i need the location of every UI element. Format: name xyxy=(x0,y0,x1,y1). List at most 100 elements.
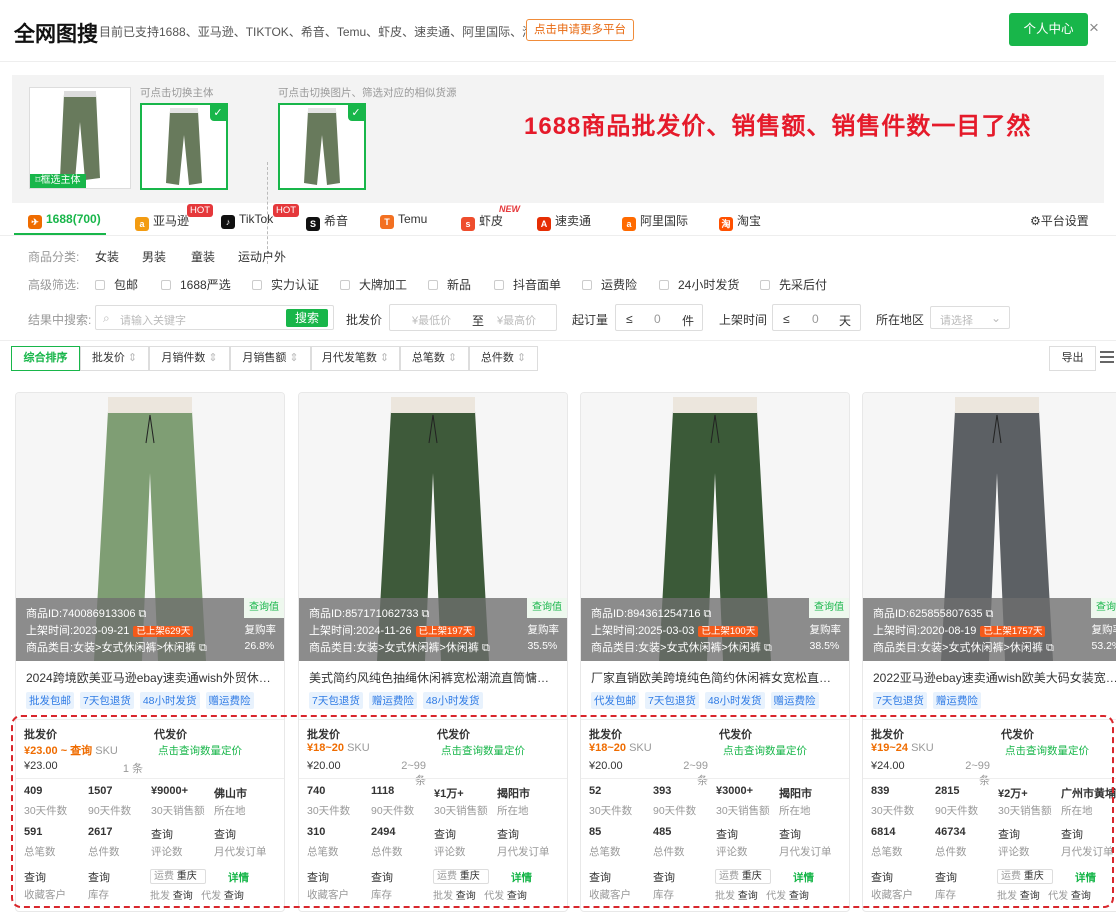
sort-default[interactable]: 综合排序 xyxy=(11,346,80,371)
query-badge[interactable]: 查询值 xyxy=(1091,598,1116,618)
filter-checkbox[interactable]: 抖音面单 xyxy=(494,276,561,293)
category-item[interactable]: 运动户外 xyxy=(238,248,286,265)
product-title[interactable]: 厂家直销欧美跨境纯色简约休闲裤女宽松直筒长裤 xyxy=(591,669,841,686)
product-title[interactable]: 美式简约风纯色抽绳休闲裤宽松潮流直筒慵懒风 xyxy=(309,669,559,686)
sort-total-orders[interactable]: 总笔数 ⇕ xyxy=(400,346,469,371)
search-button[interactable]: 搜索 xyxy=(286,309,328,327)
product-title[interactable]: 2022亚马逊ebay速卖通wish欧美大码女装宽松休闲裤 xyxy=(873,669,1116,686)
product-image[interactable]: 商品ID:894361254716 ⧉ 上架时间:2025-03-03 已上架10… xyxy=(581,393,849,661)
pants-image xyxy=(30,88,130,188)
filter-checkbox[interactable]: 24小时发货 xyxy=(659,276,739,293)
product-info-overlay: 商品ID:894361254716 ⧉ 上架时间:2025-03-03 已上架10… xyxy=(581,598,849,661)
list-view-icon[interactable] xyxy=(1100,351,1114,363)
price-range: ¥最低价 至 ¥最高价 xyxy=(389,304,557,331)
listing-date: 2020-08-19 xyxy=(920,625,977,637)
product-title[interactable]: 2024跨境欧美亚马逊ebay速卖通wish外贸休闲裤女裤 xyxy=(26,669,276,686)
tab-aliexpress[interactable]: A 速卖通 xyxy=(537,212,591,231)
tab-shein[interactable]: S 希音 xyxy=(306,212,348,231)
image-thumb[interactable]: ✓ xyxy=(278,103,366,190)
listing-date: 2024-11-26 xyxy=(356,625,412,637)
category-item[interactable]: 男装 xyxy=(142,248,166,265)
product-image[interactable]: 商品ID:857171062733 ⧉ 上架时间:2024-11-26 已上架19… xyxy=(299,393,567,661)
image-hint: 可点击切换图片、筛选对应的相似货源 xyxy=(278,87,457,99)
category-item[interactable]: 女装 xyxy=(95,248,119,265)
repurchase-rate: 38.5% xyxy=(809,640,840,652)
sort-monthly-sales[interactable]: 月销售额 ⇕ xyxy=(230,346,311,371)
service-tag: 7天包退货 xyxy=(80,692,134,709)
copy-icon[interactable]: ⧉ xyxy=(422,608,430,620)
sort-icon: ⇕ xyxy=(124,352,138,364)
product-id: 857171062733 xyxy=(345,608,419,620)
region-select[interactable]: 请选择 ⌄ xyxy=(930,306,1010,329)
tab-taobao[interactable]: 淘淘宝 xyxy=(719,212,761,231)
tab-alibaba[interactable]: a 阿里国际 xyxy=(622,212,688,231)
filter-checkbox[interactable]: 运费险 xyxy=(582,276,637,293)
search-input[interactable]: 请输入关键字 xyxy=(120,312,186,328)
filter-checkbox[interactable]: 新品 xyxy=(428,276,471,293)
export-button[interactable]: 导出 xyxy=(1049,346,1096,371)
shein-icon: S xyxy=(306,217,320,231)
copy-icon[interactable]: ⧉ xyxy=(1046,642,1054,654)
copy-icon[interactable]: ⧉ xyxy=(764,642,772,654)
search-icon: ⌕ xyxy=(103,311,110,325)
sort-dropship-orders[interactable]: 月代发笔数 ⇕ xyxy=(311,346,400,371)
select-subject-label[interactable]: ⌑框选主体 xyxy=(30,174,86,188)
product-id: 894361254716 xyxy=(627,608,701,620)
moq-label: 起订量 xyxy=(572,313,609,327)
listing-date: 2023-09-21 xyxy=(73,625,130,637)
product-category: 女装>女式休闲裤>休闲裤 xyxy=(638,642,761,654)
query-badge[interactable]: 查询值 xyxy=(809,598,849,618)
listing-time-field[interactable]: ≤ 0 天 xyxy=(772,304,861,331)
price-max-input[interactable]: ¥最高价 xyxy=(497,312,536,328)
checkbox-icon xyxy=(95,280,105,290)
checkbox-icon xyxy=(428,280,438,290)
tiktok-icon: ♪ xyxy=(221,215,235,229)
hot-badge: HOT xyxy=(187,204,214,217)
tab-temu[interactable]: T Temu xyxy=(380,212,427,229)
tab-shopee[interactable]: s 虾皮 NEW xyxy=(461,204,520,231)
copy-icon[interactable]: ⧉ xyxy=(139,608,147,620)
subject-hint: 可点击切换主体 xyxy=(140,87,214,99)
sort-wholesale-price[interactable]: 批发价 ⇕ xyxy=(80,346,149,371)
filter-checkbox[interactable]: 先采后付 xyxy=(760,276,827,293)
repurchase-rate: 53.2% xyxy=(1091,640,1116,652)
service-tags: 代发包邮 7天包退货 48小时发货 赠运费险 xyxy=(591,692,825,709)
category-item[interactable]: 童装 xyxy=(191,248,215,265)
copy-icon[interactable]: ⧉ xyxy=(986,608,994,620)
sort-icon: ⇕ xyxy=(376,352,390,364)
sort-monthly-qty[interactable]: 月销件数 ⇕ xyxy=(149,346,230,371)
product-image[interactable]: 商品ID:740086913306 ⧉ 上架时间:2023-09-21 已上架62… xyxy=(16,393,284,661)
copy-icon[interactable]: ⧉ xyxy=(199,642,207,654)
tab-1688[interactable]: ✈ 1688(700) xyxy=(28,212,101,229)
service-tag: 赠运费险 xyxy=(368,692,417,709)
active-tab-indicator xyxy=(14,233,106,235)
user-center-button[interactable]: 个人中心 xyxy=(1009,13,1088,46)
query-badge[interactable]: 查询值 xyxy=(527,598,567,618)
sort-icon: ⇕ xyxy=(513,352,527,364)
product-info-overlay: 商品ID:625855807635 ⧉ 上架时间:2020-08-19 已上架17… xyxy=(863,598,1116,661)
promo-text: 1688商品批发价、销售额、销售件数一目了然 xyxy=(524,113,1032,140)
platform-settings-button[interactable]: ⚙平台设置 xyxy=(1030,212,1089,229)
filter-checkbox[interactable]: 1688严选 xyxy=(161,276,231,293)
listing-time-label: 上架时间 xyxy=(719,313,768,327)
copy-icon[interactable]: ⧉ xyxy=(704,608,712,620)
sort-icon: ⇕ xyxy=(444,352,458,364)
tab-amazon[interactable]: a 亚马逊 HOT xyxy=(135,204,214,231)
service-tag: 赠运费险 xyxy=(205,692,254,709)
product-image[interactable]: 商品ID:625855807635 ⧉ 上架时间:2020-08-19 已上架17… xyxy=(863,393,1116,661)
sort-total-qty[interactable]: 总件数 ⇕ xyxy=(469,346,538,371)
subject-thumb[interactable]: ✓ xyxy=(140,103,228,190)
price-min-input[interactable]: ¥最低价 xyxy=(412,312,451,328)
copy-icon[interactable]: ⧉ xyxy=(482,642,490,654)
moq-field[interactable]: ≤ 0 件 xyxy=(615,304,703,331)
tab-tiktok[interactable]: ♪ TikTok HOT xyxy=(221,204,300,229)
original-image[interactable]: ⌑框选主体 xyxy=(29,87,131,189)
product-id: 740086913306 xyxy=(62,608,136,620)
apply-platform-button[interactable]: 点击申请更多平台 xyxy=(526,19,634,41)
filter-checkbox[interactable]: 实力认证 xyxy=(252,276,319,293)
filter-checkbox[interactable]: 包邮 xyxy=(95,276,138,293)
close-icon[interactable]: × xyxy=(1089,18,1099,38)
query-badge[interactable]: 查询值 xyxy=(244,598,284,618)
product-category: 女装>女式休闲裤>休闲裤 xyxy=(356,642,479,654)
filter-checkbox[interactable]: 大牌加工 xyxy=(340,276,407,293)
